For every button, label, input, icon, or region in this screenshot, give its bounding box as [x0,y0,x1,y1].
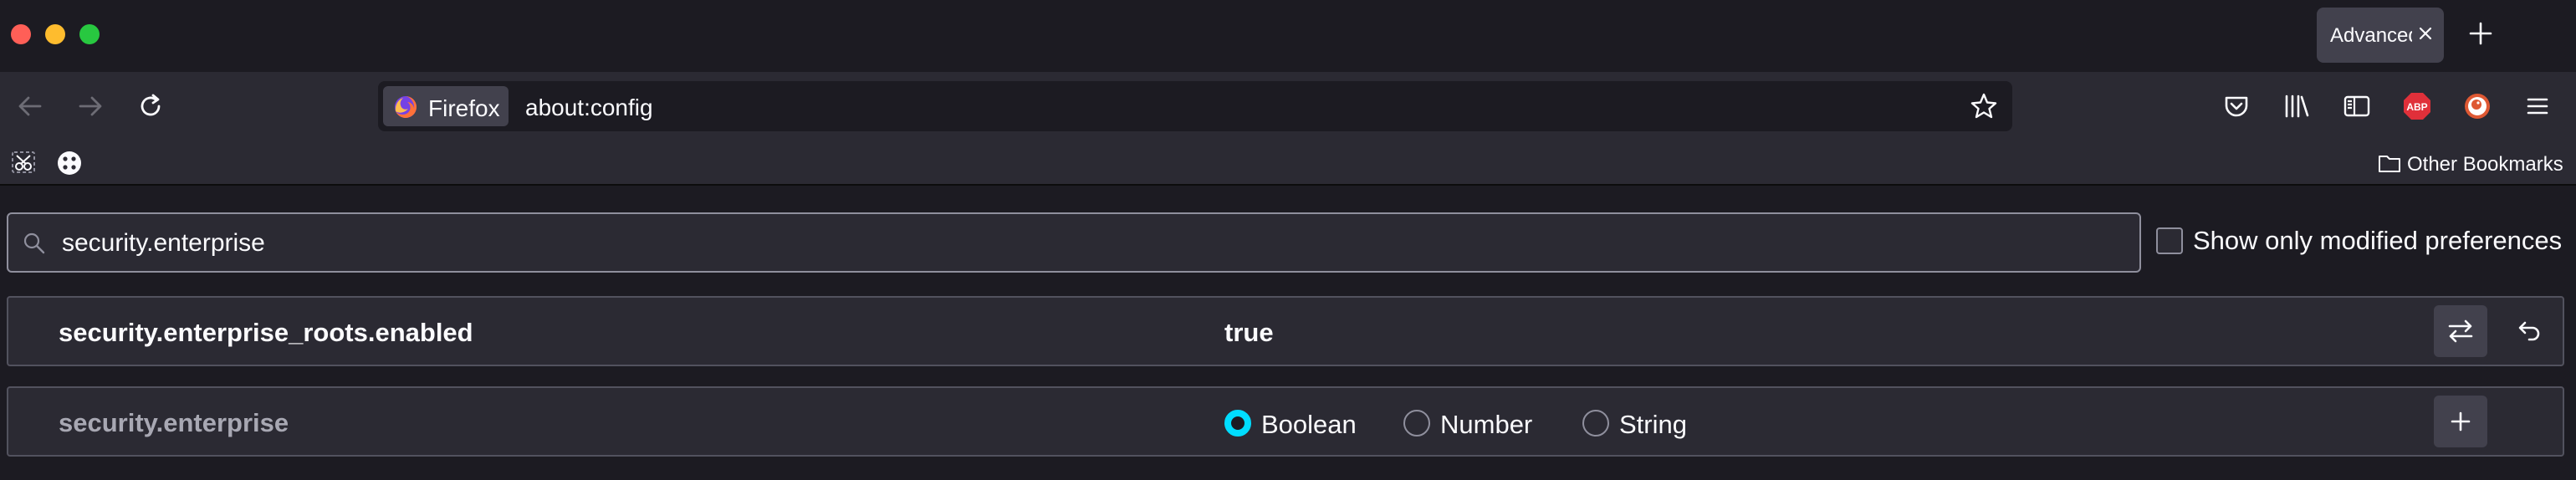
pocket-icon [2225,96,2248,117]
other-bookmarks-label: Other Bookmarks [2407,153,2563,176]
plus-icon [2451,411,2471,431]
adblock-plus-button[interactable]: ABP [2402,91,2432,121]
toggle-swap-icon [2448,319,2473,343]
hamburger-menu-icon [2527,98,2548,115]
new-pref-name: security.enterprise [59,408,289,437]
folder-icon [2379,156,2400,172]
screenshot-scissors-icon[interactable] [10,149,38,177]
duckduckgo-icon [2465,94,2490,119]
search-input[interactable]: security.enterprise [7,212,2141,273]
forward-button[interactable] [75,91,105,121]
show-modified-label[interactable]: Show only modified preferences [2193,226,2562,256]
url-input[interactable]: about:config [525,94,653,121]
duckduckgo-button[interactable] [2462,91,2492,121]
about-config-page: security.enterprise Show only modified p… [0,186,2576,480]
radio-boolean-label[interactable]: Boolean [1261,410,1357,440]
library-button[interactable] [2282,91,2312,121]
identity-label: Firefox [428,95,500,121]
undo-icon [2518,321,2540,341]
radio-string-label[interactable]: String [1619,410,1687,440]
star-icon[interactable] [1969,91,1999,121]
library-icon [2285,94,2309,118]
pocket-button[interactable] [2221,91,2251,121]
new-tab-button[interactable] [2467,20,2494,47]
sidebar-button[interactable] [2342,91,2372,121]
svg-text:ABP: ABP [2406,101,2427,113]
search-icon [23,232,45,254]
reload-icon [141,94,161,116]
reload-button[interactable] [135,91,166,121]
pref-name: security.enterprise_roots.enabled [59,318,473,347]
radio-string-indicator[interactable] [1582,410,1609,437]
window-minimize-button[interactable] [45,24,65,44]
show-modified-checkbox[interactable] [2156,227,2183,254]
window-close-button[interactable] [11,24,31,44]
tab-title: Advanced Preferences [2330,24,2412,47]
toggle-button[interactable] [2434,305,2487,357]
sidebar-icon [2343,95,2370,117]
pref-row: security.enterprise_roots.enabled true [7,296,2564,366]
radio-boolean-indicator[interactable] [1224,410,1251,437]
identity-box[interactable]: Firefox [383,86,509,126]
firefox-logo-icon [395,96,417,118]
arrow-right-icon [79,96,102,116]
bookmarks-toolbar: Other Bookmarks [0,140,2576,186]
search-value: security.enterprise [62,229,265,257]
app-menu-button[interactable] [2522,91,2553,121]
back-button[interactable] [15,91,45,121]
reset-button[interactable] [2502,305,2556,357]
pref-value[interactable]: true [1224,318,1274,348]
adblock-plus-icon: ABP [2404,93,2430,120]
close-icon[interactable] [2415,23,2435,43]
radio-number-indicator[interactable] [1403,410,1430,437]
tab-strip: Advanced Preferences [0,0,2576,72]
arrow-left-icon [18,96,42,116]
window-zoom-button[interactable] [79,24,100,44]
radio-number-label[interactable]: Number [1440,410,1532,440]
new-pref-row: security.enterprise Boolean Number Strin… [7,386,2564,457]
extension-circle-icon[interactable] [55,149,84,177]
url-bar[interactable]: Firefox about:config [378,81,2012,131]
tab-advanced-preferences[interactable]: Advanced Preferences [2317,8,2444,63]
add-pref-button[interactable] [2434,396,2487,447]
navigation-toolbar: Firefox about:config ABP [0,72,2576,140]
